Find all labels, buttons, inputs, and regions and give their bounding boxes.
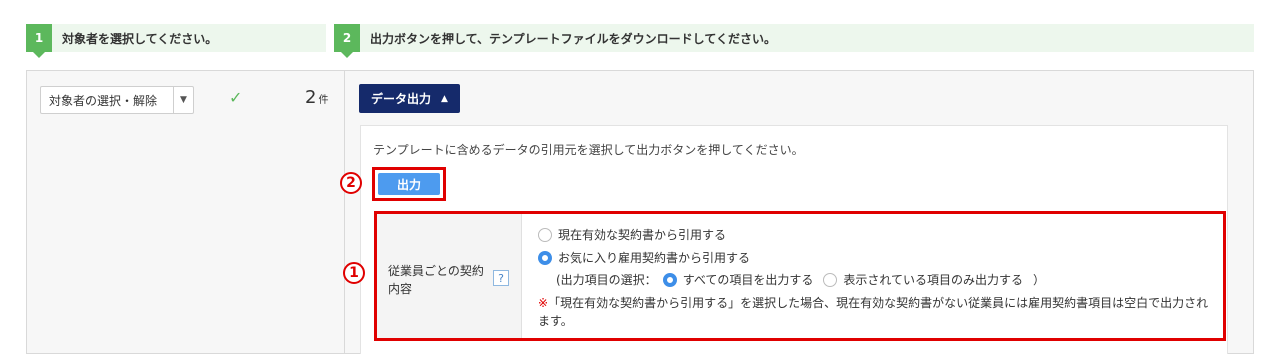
selected-count: 2件: [305, 87, 328, 108]
output-button[interactable]: 出力: [378, 173, 440, 195]
data-output-button[interactable]: データ出力 ▲: [359, 84, 460, 113]
data-output-label: データ出力: [371, 92, 432, 106]
output-description: テンプレートに含めるデータの引用元を選択して出力ボタンを押してください。: [373, 143, 804, 157]
step-1-text: 対象者を選択してください。: [62, 31, 218, 46]
step-2-header: 2 出力ボタンを押して、テンプレートファイルをダウンロードしてください。: [334, 24, 1254, 58]
output-items-suffix: ）: [1033, 273, 1046, 287]
annotation-marker-1: 1: [343, 262, 365, 284]
output-items-prefix: (出力項目の選択：: [556, 273, 657, 287]
radio-current-contract[interactable]: 現在有効な契約書から引用する: [538, 226, 726, 243]
annotation-marker-2: 2: [340, 172, 362, 194]
radio-current-contract-label: 現在有効な契約書から引用する: [558, 228, 727, 242]
selected-count-unit: 件: [318, 95, 329, 106]
radio-circle-selected[interactable]: [538, 250, 552, 265]
output-button-highlight: 出力: [372, 167, 446, 201]
step-2-number: 2: [334, 24, 360, 58]
radio-all-items-label: すべての項目を出力する: [682, 273, 814, 287]
target-select-dropdown[interactable]: 対象者の選択・解除 ▼: [40, 86, 194, 114]
step-1-header: 1 対象者を選択してください。: [26, 24, 326, 58]
selected-count-value: 2: [305, 87, 317, 108]
radio-circle[interactable]: [823, 272, 838, 287]
note-text: 「現在有効な契約書から引用する」を選択した場合、現在有効な契約書がない従業員には…: [538, 296, 1209, 328]
contract-source-options: 従業員ごとの契約内容 ? 現在有効な契約書から引用する お気に入り雇用契約書から…: [374, 211, 1226, 341]
radio-displayed-items-label: 表示されている項目のみ出力する: [843, 273, 1024, 287]
target-selection-panel: 対象者の選択・解除 ▼ ✓ 2件: [26, 70, 344, 354]
radio-circle-selected[interactable]: [662, 272, 677, 287]
radio-displayed-items[interactable]: 表示されている項目のみ出力する: [823, 271, 1023, 288]
option-label-cell: 従業員ごとの契約内容 ?: [377, 214, 522, 338]
check-icon: ✓: [229, 88, 243, 107]
output-items-selection: (出力項目の選択： すべての項目を出力する 表示されている項目のみ出力する ）: [556, 271, 1045, 288]
target-select-label: 対象者の選択・解除: [49, 93, 158, 108]
radio-circle[interactable]: [538, 227, 552, 242]
note-mark: ※: [538, 296, 549, 310]
chevron-up-icon: ▲: [441, 93, 448, 104]
option-label: 従業員ごとの契約内容: [388, 264, 484, 296]
radio-all-items[interactable]: すべての項目を出力する: [662, 271, 814, 288]
help-icon[interactable]: ?: [493, 270, 509, 286]
step-1-number: 1: [26, 24, 52, 58]
step-2-text: 出力ボタンを押して、テンプレートファイルをダウンロードしてください。: [370, 31, 776, 46]
radio-favorite-contract-label: お気に入り雇用契約書から引用する: [558, 251, 751, 265]
chevron-down-icon[interactable]: ▼: [173, 87, 193, 113]
option-note: ※「現在有効な契約書から引用する」を選択した場合、現在有効な契約書がない従業員に…: [538, 294, 1218, 330]
radio-favorite-contract[interactable]: お気に入り雇用契約書から引用する: [538, 249, 750, 266]
